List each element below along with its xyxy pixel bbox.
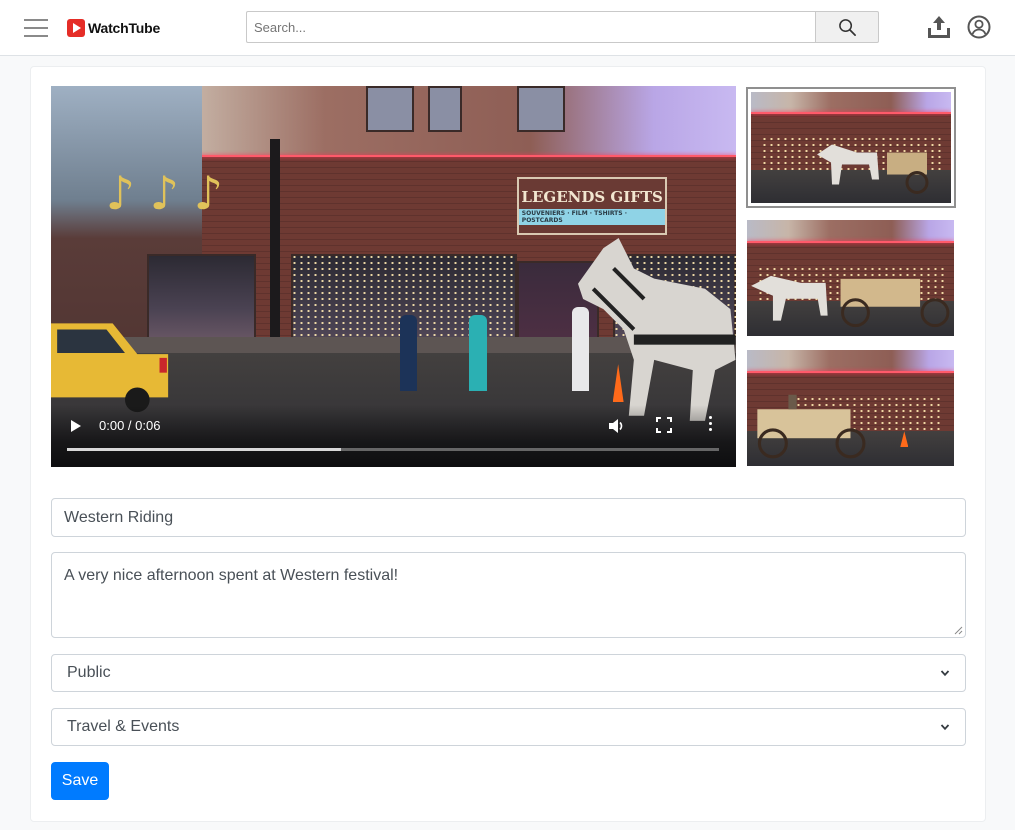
top-navbar: WatchTube (0, 0, 1015, 56)
search-bar (246, 11, 879, 43)
video-buffered-bar (67, 448, 341, 451)
volume-icon[interactable] (607, 417, 625, 435)
video-time: 0:00 / 0:06 (99, 418, 161, 433)
menu-icon[interactable] (24, 19, 48, 37)
chevron-down-icon (940, 670, 950, 677)
visibility-select[interactable]: Public (51, 654, 966, 692)
account-icon[interactable] (967, 15, 991, 39)
taxi (51, 323, 169, 413)
thumbnail-option-2[interactable] (747, 220, 954, 336)
search-button[interactable] (815, 11, 879, 43)
more-options-icon[interactable] (707, 416, 713, 434)
video-description-input[interactable]: A very nice afternoon spent at Western f… (51, 552, 966, 638)
save-button[interactable]: Save (51, 762, 109, 800)
video-player[interactable]: ♪ ♪ ♪ LEGENDS GIFTS SOUVENIERS · FILM · … (51, 86, 736, 467)
video-controls: 0:00 / 0:06 (51, 405, 736, 467)
upload-icon[interactable] (926, 14, 952, 40)
search-input[interactable] (246, 11, 815, 43)
visibility-selected-value: Public (67, 664, 111, 681)
video-progress-bar[interactable] (67, 448, 719, 451)
store-sign: LEGENDS GIFTS (521, 187, 663, 206)
video-description-text: A very nice afternoon spent at Western f… (64, 567, 399, 584)
logo[interactable]: WatchTube (67, 18, 160, 38)
video-title-input[interactable] (51, 498, 966, 537)
play-logo-icon (67, 19, 85, 37)
thumbnail-option-1[interactable] (746, 87, 956, 208)
upload-edit-card: ♪ ♪ ♪ LEGENDS GIFTS SOUVENIERS · FILM · … (30, 66, 986, 822)
play-icon[interactable] (69, 419, 83, 433)
app-name: WatchTube (88, 20, 161, 36)
search-icon (838, 18, 856, 36)
category-select[interactable]: Travel & Events (51, 708, 966, 746)
thumbnail-option-3[interactable] (747, 350, 954, 466)
category-selected-value: Travel & Events (67, 718, 180, 735)
fullscreen-icon[interactable] (656, 417, 672, 433)
horse (577, 238, 736, 422)
chevron-down-icon (940, 724, 950, 731)
resize-grip-icon[interactable] (954, 626, 963, 635)
store-sign-sub: SOUVENIERS · FILM · TSHIRTS · POSTCARDS (518, 208, 666, 225)
